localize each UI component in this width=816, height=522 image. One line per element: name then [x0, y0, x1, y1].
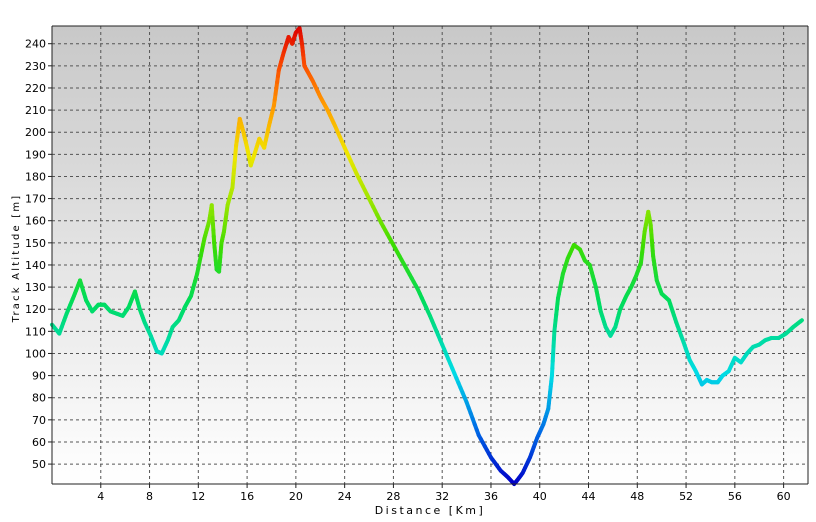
x-tick-label: 36: [484, 490, 498, 503]
x-tick-label: 28: [386, 490, 400, 503]
y-tick-label: 70: [32, 414, 46, 427]
x-tick-label: 20: [289, 490, 303, 503]
y-axis-ticks: 50 60 70 80 90 100 110 120 130 140 150 160 170 180 190…: [25, 38, 52, 471]
altitude-chart-svg: 4812162024283236404448525660 50607080901…: [0, 0, 816, 518]
y-tick-label: 210: [25, 104, 46, 117]
y-tick-label: 230: [25, 60, 46, 73]
y-tick-label: 240: [25, 38, 46, 51]
plot-background: [52, 26, 808, 484]
x-tick-label: 60: [777, 490, 791, 503]
y-tick-label: 200: [25, 126, 46, 139]
y-tick-label: 120: [25, 303, 46, 316]
x-tick-label: 40: [533, 490, 547, 503]
x-tick-label: 32: [435, 490, 449, 503]
x-tick-label: 24: [338, 490, 352, 503]
y-tick-label: 60: [32, 436, 46, 449]
x-tick-label: 48: [630, 490, 644, 503]
altitude-line-segment: [800, 320, 801, 321]
y-tick-label: 170: [25, 193, 46, 206]
y-tick-label: 90: [32, 370, 46, 383]
y-tick-label: 160: [25, 215, 46, 228]
x-tick-label: 52: [679, 490, 693, 503]
x-tick-label: 4: [97, 490, 104, 503]
y-tick-label: 220: [25, 82, 46, 95]
altitude-chart: 4812162024283236404448525660 50607080901…: [0, 0, 816, 518]
y-axis-title: Track Altitude [m]: [11, 194, 22, 324]
x-axis-title: Distance [Km]: [375, 504, 486, 517]
x-tick-label: 8: [146, 490, 153, 503]
x-tick-label: 56: [728, 490, 742, 503]
y-tick-label: 110: [25, 325, 46, 338]
y-tick-label: 80: [32, 392, 46, 405]
y-tick-label: 150: [25, 237, 46, 250]
y-tick-label: 100: [25, 347, 46, 360]
x-tick-label: 44: [582, 490, 596, 503]
x-axis-ticks: 4812162024283236404448525660: [97, 484, 790, 503]
y-tick-label: 140: [25, 259, 46, 272]
x-tick-label: 16: [240, 490, 254, 503]
x-tick-label: 12: [191, 490, 205, 503]
y-tick-label: 190: [25, 148, 46, 161]
y-tick-label: 130: [25, 281, 46, 294]
y-tick-label: 50: [32, 458, 46, 471]
y-tick-label: 180: [25, 170, 46, 183]
